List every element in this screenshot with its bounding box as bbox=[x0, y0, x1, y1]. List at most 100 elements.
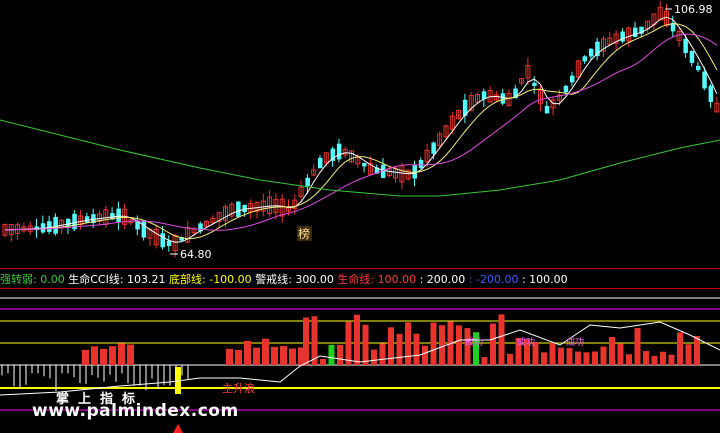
indicator-bar-red bbox=[430, 322, 437, 365]
indicator-bar-red bbox=[490, 323, 496, 365]
indicator-bar-red bbox=[354, 314, 360, 365]
candle-body-down bbox=[620, 31, 625, 42]
tag-label-1: 成功 bbox=[465, 336, 483, 348]
rise-label: 主升浪 bbox=[222, 381, 255, 395]
candle-body-down bbox=[683, 38, 688, 54]
candle-body-down bbox=[689, 51, 695, 63]
indicator-bar-red bbox=[109, 346, 116, 365]
indicator-bar-red bbox=[566, 348, 573, 365]
candle-body-down bbox=[696, 65, 701, 71]
indicator-bar-red bbox=[592, 351, 598, 365]
legend-item: : 100.00 bbox=[521, 273, 568, 286]
indicator-bar-red bbox=[235, 349, 242, 365]
indicator-bar-red bbox=[388, 327, 394, 365]
candle-body-down bbox=[116, 208, 121, 223]
indicator-bar-red bbox=[289, 348, 296, 365]
indicator-bar-red bbox=[345, 321, 352, 365]
indicator-bar-red bbox=[91, 346, 98, 365]
stock-chart-canvas[interactable]: 106.98 64.80 榜 主升浪 成功 成功 成功 bbox=[0, 0, 720, 433]
indicator-bar-red bbox=[617, 343, 624, 365]
candle-body-down bbox=[336, 143, 342, 160]
indicator-bar-red bbox=[100, 348, 107, 365]
tag-label-2: 成功 bbox=[517, 336, 535, 348]
indicator-bar-red bbox=[481, 357, 488, 365]
candle-body-down bbox=[236, 201, 241, 217]
indicator-bar-red bbox=[694, 336, 700, 365]
indicator-bar-red bbox=[575, 351, 581, 365]
candle-body-down bbox=[84, 216, 90, 223]
candle-body-down bbox=[141, 221, 147, 238]
candle-body-down bbox=[544, 105, 550, 114]
candle-body-down bbox=[708, 85, 714, 102]
indicator-bar-red bbox=[668, 354, 675, 365]
candle-body-down bbox=[47, 221, 52, 232]
brand-watermark-url: www.palmindex.com bbox=[32, 401, 239, 421]
indicator-bar-red bbox=[643, 351, 649, 365]
candle-body-down bbox=[330, 148, 336, 161]
indicator-bar-red bbox=[253, 347, 260, 365]
candle-body-down bbox=[242, 204, 247, 213]
indicator-bar-red bbox=[337, 344, 343, 365]
legend-item: 警戒线: 300.00 bbox=[255, 273, 334, 286]
candle-body-down bbox=[431, 142, 436, 154]
ma-line-yellow bbox=[4, 23, 718, 240]
indicator-bar-red bbox=[651, 355, 658, 365]
indicator-bar-red bbox=[226, 348, 233, 365]
indicator-bar-red bbox=[422, 345, 428, 365]
indicator-bar-red bbox=[303, 317, 309, 365]
indicator-bar-red bbox=[244, 340, 251, 365]
candle-body-down bbox=[588, 48, 594, 57]
candle-body-down bbox=[318, 157, 323, 169]
indicator-bar-red bbox=[82, 349, 89, 365]
ma-line-magenta bbox=[4, 33, 718, 231]
low-price-label: 64.80 bbox=[180, 248, 212, 261]
indicator-bar-red bbox=[456, 325, 462, 365]
legend-item: 强转弱: 0.00 bbox=[0, 273, 65, 286]
candle-body-down bbox=[582, 56, 588, 62]
indicator-legend: 强转弱: 0.00 生命CCI线: 103.21 底部线: -100.00 警戒… bbox=[0, 271, 720, 288]
buy-arrow-icon bbox=[173, 424, 183, 433]
indicator-bar-red bbox=[379, 343, 386, 365]
indicator-bar-red bbox=[677, 332, 683, 365]
candle-body-down bbox=[563, 85, 569, 93]
candle-body-down bbox=[53, 216, 58, 234]
indicator-bar-red bbox=[362, 324, 369, 365]
indicator-bar-red bbox=[405, 322, 411, 365]
indicator-bar-red bbox=[609, 337, 615, 365]
indicator-bars bbox=[0, 314, 720, 396]
legend-item: : -200.00 bbox=[468, 273, 519, 286]
candle-body-down bbox=[160, 233, 165, 248]
indicator-bar-red bbox=[626, 354, 632, 365]
candle-body-down bbox=[500, 93, 506, 104]
signal-marker-label: 榜 bbox=[298, 226, 310, 241]
indicator-bar-red bbox=[320, 358, 326, 365]
indicator-bar-red bbox=[413, 333, 420, 365]
candle-body-down bbox=[166, 240, 172, 246]
indicator-bar-red bbox=[583, 352, 590, 365]
candle-body-down bbox=[570, 75, 575, 83]
indicator-bar-red bbox=[127, 344, 134, 365]
indicator-bar-red bbox=[262, 338, 269, 365]
legend-item: : 200.00 bbox=[419, 273, 466, 286]
indicator-bar-red bbox=[507, 353, 513, 365]
legend-item: 生命线: 100.00 bbox=[337, 273, 417, 286]
indicator-bar-red bbox=[280, 346, 287, 365]
indicator-bar-red bbox=[118, 343, 125, 365]
candle-body-down bbox=[305, 177, 310, 186]
indicator-bar-red bbox=[371, 349, 377, 365]
candle-body-down bbox=[633, 27, 638, 38]
candle-body-down bbox=[362, 163, 367, 167]
indicator-bar-red bbox=[439, 325, 445, 365]
candle-body-down bbox=[532, 82, 537, 86]
moving-average-lines bbox=[0, 16, 720, 243]
indicator-bar-green bbox=[328, 344, 335, 365]
candle-body-down bbox=[418, 160, 424, 168]
indicator-bar-red bbox=[541, 352, 547, 365]
indicator-bar-red bbox=[660, 351, 666, 365]
indicator-bar-red bbox=[271, 346, 278, 365]
high-price-label: 106.98 bbox=[674, 3, 713, 16]
tag-label-3: 成功 bbox=[566, 336, 584, 348]
indicator-bar-red bbox=[396, 333, 403, 365]
indicator-bar-red bbox=[685, 344, 692, 365]
indicator-bar-red bbox=[558, 347, 564, 365]
